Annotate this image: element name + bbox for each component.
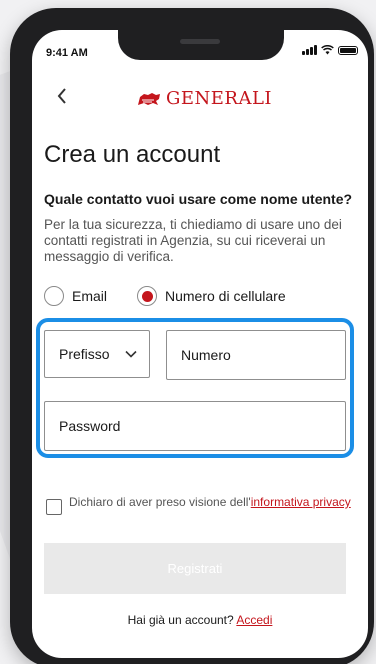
status-icons xyxy=(302,45,358,55)
login-link[interactable]: Accedi xyxy=(236,613,272,627)
wifi-icon xyxy=(321,45,334,55)
contact-question: Quale contatto vuoi usare come nome uten… xyxy=(44,191,353,207)
prefix-select-label: Prefisso xyxy=(59,346,110,362)
phone-frame: 9:41 AM GENERALI Crea un account Quale c… xyxy=(10,8,374,664)
privacy-checkbox[interactable] xyxy=(46,499,62,515)
consent-text: Dichiaro di aver preso visione dell' xyxy=(69,495,251,509)
password-input[interactable]: Password xyxy=(44,401,346,451)
speaker-grille xyxy=(180,39,220,44)
radio-option-phone[interactable]: Numero di cellulare xyxy=(137,286,286,306)
logo-text: GENERALI xyxy=(166,88,273,109)
phone-number-placeholder: Numero xyxy=(181,347,231,363)
email-radio-label: Email xyxy=(72,288,108,304)
register-button[interactable]: Registrati xyxy=(44,543,346,594)
battery-icon xyxy=(338,46,358,55)
chevron-left-icon xyxy=(57,88,66,104)
privacy-consent-text: Dichiaro di aver preso visione dell'info… xyxy=(69,496,351,509)
signal-icon xyxy=(302,45,317,55)
password-placeholder: Password xyxy=(59,418,121,434)
lion-icon xyxy=(138,92,160,105)
prefix-select[interactable]: Prefisso xyxy=(44,330,150,378)
radio-option-email[interactable]: Email xyxy=(44,286,107,306)
phone-radio[interactable] xyxy=(137,286,157,306)
login-prompt: Hai già un account? Accedi xyxy=(32,613,368,627)
phone-notch xyxy=(118,30,284,60)
page-title: Crea un account xyxy=(44,141,221,168)
contact-description: Per la tua sicurezza, ti chiediamo di us… xyxy=(44,217,342,264)
email-radio[interactable] xyxy=(44,286,64,306)
back-button[interactable] xyxy=(54,84,70,108)
status-time: 9:41 AM xyxy=(46,47,88,59)
app-screen: 9:41 AM GENERALI Crea un account Quale c… xyxy=(32,30,368,658)
privacy-link[interactable]: informativa privacy xyxy=(251,495,351,509)
login-prompt-text: Hai già un account? xyxy=(127,613,234,627)
chevron-down-icon xyxy=(125,350,137,358)
phone-radio-label: Numero di cellulare xyxy=(165,288,286,304)
phone-number-input[interactable]: Numero xyxy=(166,330,346,380)
generali-logo: GENERALI xyxy=(136,88,272,109)
